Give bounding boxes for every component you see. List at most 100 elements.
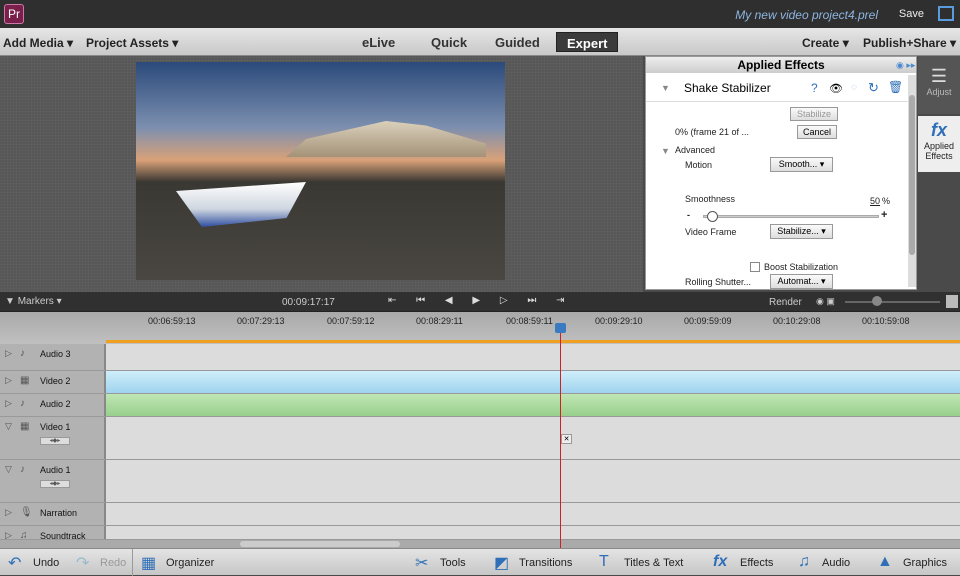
collapse-icon[interactable]: ▽ bbox=[5, 421, 12, 432]
publish-share-menu[interactable]: Publish+Share ▾ bbox=[863, 36, 956, 50]
expand-icon[interactable]: ▷ bbox=[5, 507, 12, 518]
keyframe-icon[interactable]: ◌ bbox=[851, 82, 857, 93]
project-assets-menu[interactable]: Project Assets ▾ bbox=[86, 36, 178, 50]
organizer-icon[interactable]: ▦ bbox=[141, 553, 156, 573]
redo-button[interactable]: Redo bbox=[100, 557, 126, 569]
undo-icon[interactable]: ↶ bbox=[8, 553, 21, 573]
keyframe-nav[interactable]: ◂◆▸ bbox=[40, 437, 70, 445]
app-logo: Pr bbox=[4, 4, 24, 24]
advanced-toggle-icon[interactable]: ▼ bbox=[661, 146, 670, 156]
track-name: Audio 1 bbox=[40, 465, 71, 475]
eye-icon[interactable]: 👁 bbox=[829, 82, 843, 95]
tab-quick[interactable]: Quick bbox=[421, 32, 477, 52]
boost-checkbox[interactable] bbox=[750, 262, 760, 272]
titles-icon[interactable]: T bbox=[599, 553, 609, 571]
trash-icon[interactable]: 🗑 bbox=[888, 80, 903, 94]
current-time[interactable]: 00:09:17:17 bbox=[282, 297, 335, 308]
graphics-icon[interactable]: ▲ bbox=[877, 553, 893, 571]
tick-label: 00:08:59:11 bbox=[506, 316, 553, 326]
zoom-slider-thumb[interactable] bbox=[872, 296, 882, 306]
track-narration: ▷ 🎙 Narration bbox=[0, 503, 960, 526]
undo-button[interactable]: Undo bbox=[33, 557, 59, 569]
collapse-icon[interactable]: ▼ bbox=[661, 83, 670, 93]
timeline-scrollbar[interactable] bbox=[0, 540, 960, 548]
motion-dropdown[interactable]: Smooth... ▾ bbox=[770, 157, 833, 172]
video-frame-dropdown[interactable]: Stabilize... ▾ bbox=[770, 224, 833, 239]
track-video-2: ▷ ▦ Video 2 bbox=[0, 371, 960, 394]
transitions-button[interactable]: Transitions bbox=[519, 557, 572, 569]
work-area-bar[interactable] bbox=[106, 340, 960, 343]
save-button[interactable]: Save bbox=[899, 8, 924, 20]
tick-label: 00:10:59:08 bbox=[862, 316, 910, 326]
audio-note-icon[interactable]: ♫ bbox=[798, 553, 810, 571]
playhead-line bbox=[560, 328, 561, 548]
expand-icon[interactable]: ▷ bbox=[5, 530, 12, 539]
panel-menu-icon[interactable]: ◉ ▸▸ bbox=[896, 60, 915, 71]
film-icon: ▦ bbox=[20, 375, 30, 386]
tools-button[interactable]: Tools bbox=[440, 557, 466, 569]
music-icon: ♫ bbox=[20, 530, 28, 540]
redo-icon[interactable]: ↷ bbox=[76, 553, 89, 573]
track-audio-3: ▷ ♪ Audio 3 bbox=[0, 344, 960, 371]
tick-label: 00:07:59:12 bbox=[327, 316, 375, 326]
audio-button[interactable]: Audio bbox=[822, 557, 850, 569]
keyframe-nav[interactable]: ◂◆▸ bbox=[40, 480, 70, 488]
reset-icon[interactable]: ↻ bbox=[868, 80, 879, 96]
create-menu[interactable]: Create ▾ bbox=[802, 36, 849, 50]
track-name: Audio 2 bbox=[40, 399, 71, 409]
scrollbar-thumb[interactable] bbox=[240, 541, 400, 547]
smoothness-slider-track[interactable] bbox=[703, 215, 879, 218]
tick-label: 00:07:29:13 bbox=[237, 316, 285, 326]
transition-marker-icon[interactable]: ✕ bbox=[561, 434, 572, 444]
tools-icon[interactable]: ✂ bbox=[415, 553, 428, 573]
effect-name: Shake Stabilizer bbox=[684, 81, 771, 95]
smoothness-slider-thumb[interactable] bbox=[707, 211, 719, 222]
cancel-button[interactable]: Cancel bbox=[797, 125, 837, 139]
audio-clip[interactable] bbox=[106, 394, 960, 416]
titles-button[interactable]: Titles & Text bbox=[624, 557, 683, 569]
transport-controls[interactable]: ⇤ ⏮ ◀ ▶ ▷ ⏭ ⇥ bbox=[388, 295, 565, 306]
track-audio-1: ▽ ♪ Audio 1 ◂◆▸ bbox=[0, 460, 960, 503]
adjust-label: Adjust bbox=[926, 87, 952, 97]
tab-elive[interactable]: eLive bbox=[352, 32, 405, 52]
smoothness-minus[interactable]: - bbox=[687, 210, 690, 220]
organizer-button[interactable]: Organizer bbox=[166, 557, 214, 569]
tab-expert[interactable]: Expert bbox=[556, 32, 619, 52]
video-clip[interactable] bbox=[106, 371, 960, 393]
zoom-slider[interactable] bbox=[845, 301, 940, 303]
smoothness-value[interactable]: 50 bbox=[870, 196, 880, 206]
track-audio-2: ▷ ♪ Audio 2 bbox=[0, 394, 960, 417]
timeline-toolbar: ▼ Markers ▾ 00:09:17:17 ⇤ ⏮ ◀ ▶ ▷ ⏭ ⇥ Re… bbox=[0, 292, 960, 312]
playhead-handle[interactable] bbox=[555, 323, 566, 333]
expand-icon[interactable]: ▷ bbox=[5, 348, 12, 359]
add-media-menu[interactable]: Add Media ▾ bbox=[3, 36, 73, 50]
effects-button[interactable]: Effects bbox=[740, 557, 773, 569]
expand-icon[interactable]: ▷ bbox=[5, 398, 12, 409]
stabilize-button[interactable]: Stabilize bbox=[790, 107, 838, 121]
tab-guided[interactable]: Guided bbox=[485, 32, 550, 52]
render-button[interactable]: Render bbox=[769, 297, 802, 308]
applied-effects-tab[interactable]: fx Applied Effects bbox=[918, 116, 960, 172]
title-bar: Pr My new video project4.prel Save bbox=[0, 0, 960, 28]
help-icon[interactable]: ? bbox=[811, 81, 818, 95]
collapse-icon[interactable]: ▽ bbox=[5, 464, 12, 475]
track-name: Video 2 bbox=[40, 376, 71, 386]
rolling-shutter-dropdown[interactable]: Automat... ▾ bbox=[770, 274, 833, 289]
tick-label: 00:09:29:10 bbox=[595, 316, 643, 326]
panel-title: Applied Effects bbox=[646, 57, 916, 73]
track-video-1: ▽ ▦ Video 1 ◂◆▸ ✕ bbox=[0, 417, 960, 460]
smoothness-plus[interactable]: + bbox=[881, 209, 887, 221]
adjust-tab[interactable]: ☰ Adjust bbox=[918, 56, 960, 114]
effects-fx-icon[interactable]: fx bbox=[713, 553, 727, 571]
panel-scrollbar[interactable] bbox=[908, 75, 916, 287]
transitions-icon[interactable]: ◩ bbox=[494, 553, 509, 573]
fullscreen-icon[interactable] bbox=[938, 6, 954, 21]
zoom-fit-icon[interactable]: ◉ ▣ bbox=[816, 296, 835, 307]
video-preview[interactable] bbox=[136, 62, 505, 280]
tick-label: 00:09:59:09 bbox=[684, 316, 732, 326]
zoom-max-icon[interactable] bbox=[946, 295, 958, 308]
expand-icon[interactable]: ▷ bbox=[5, 375, 12, 386]
applied-effects-label: Applied Effects bbox=[923, 141, 955, 161]
graphics-button[interactable]: Graphics bbox=[903, 557, 947, 569]
markers-menu[interactable]: ▼ Markers ▾ bbox=[5, 296, 62, 307]
